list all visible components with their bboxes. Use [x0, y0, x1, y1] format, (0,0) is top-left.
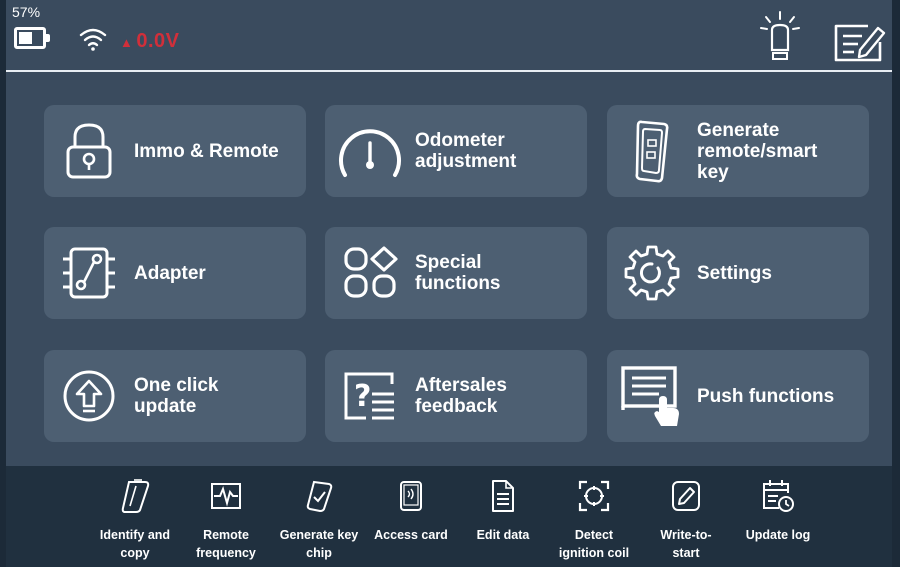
- adapter-icon: [63, 247, 115, 299]
- tool-label: Generate key chip: [279, 528, 359, 560]
- lightbulb-icon[interactable]: [758, 10, 802, 66]
- tile-label: One click update: [134, 375, 219, 417]
- tool-generate-key-chip[interactable]: Generate key chip: [277, 466, 361, 562]
- push-functions-icon: [621, 366, 679, 426]
- tile-label: Settings: [697, 262, 772, 284]
- calendar-clock-icon: [763, 480, 794, 512]
- status-bar: 57% ▲ 0.0V: [6, 0, 892, 72]
- tool-update-log[interactable]: Update log: [736, 466, 820, 544]
- tile-special-functions[interactable]: Special functions: [325, 227, 587, 319]
- tool-label: Identify and copy: [99, 528, 171, 560]
- warning-icon: ▲: [120, 35, 134, 50]
- tile-label: Special functions: [415, 252, 501, 294]
- tile-push-functions[interactable]: Push functions: [607, 350, 869, 442]
- upload-arrow-icon: [63, 370, 115, 422]
- battery-percent: 57%: [12, 4, 41, 20]
- tool-access-card[interactable]: Access card: [369, 466, 453, 544]
- voltage-value: 0.0V: [136, 30, 180, 52]
- tool-label: Remote frequency: [196, 528, 256, 560]
- tool-identify-and-copy[interactable]: Identify and copy: [93, 466, 177, 562]
- tile-one-click-update[interactable]: One click update: [44, 350, 306, 442]
- target-icon: [578, 480, 610, 512]
- svg-text:?: ?: [354, 379, 371, 414]
- tool-remote-frequency[interactable]: Remote frequency: [184, 466, 268, 562]
- tile-generate-remote-smart-key[interactable]: Generate remote/smart key: [607, 105, 869, 197]
- document-icon: [492, 480, 514, 512]
- tile-settings[interactable]: Settings: [607, 227, 869, 319]
- voltage-readout: ▲ 0.0V: [120, 30, 180, 53]
- tile-label: Aftersales feedback: [415, 375, 507, 417]
- bottom-toolbar: Identify and copy Remote frequency Gener…: [6, 466, 892, 567]
- feedback-icon: ?: [344, 372, 394, 420]
- smart-key-icon: [635, 120, 669, 183]
- tile-label: Adapter: [134, 262, 206, 284]
- edit-notepad-icon[interactable]: [832, 20, 888, 64]
- tile-odometer-adjustment[interactable]: Odometer adjustment: [325, 105, 587, 197]
- keychip-check-icon: [306, 480, 333, 513]
- tool-edit-data[interactable]: Edit data: [461, 466, 545, 544]
- gear-icon: [624, 245, 680, 301]
- tool-write-to-start[interactable]: Write-to- start: [644, 466, 728, 562]
- tool-label: Write-to- start: [660, 528, 712, 560]
- waveform-icon: [211, 483, 241, 509]
- tile-aftersales-feedback[interactable]: ? Aftersales feedback: [325, 350, 587, 442]
- tile-label: Generate remote/smart key: [697, 119, 818, 183]
- tool-label: Detect ignition coil: [558, 528, 630, 560]
- keychip-copy-icon: [121, 479, 150, 513]
- shapes-icon: [344, 246, 398, 298]
- battery-icon: [14, 27, 50, 49]
- tile-label: Push functions: [697, 385, 835, 407]
- tool-label: Update log: [745, 528, 811, 542]
- tile-adapter[interactable]: Adapter: [44, 227, 306, 319]
- tool-label: Edit data: [476, 528, 530, 542]
- tile-label: Odometer adjustment: [415, 130, 517, 172]
- wifi-icon: [79, 28, 107, 51]
- pencil-icon: [672, 481, 700, 511]
- window-frame-right: [892, 0, 900, 567]
- gauge-icon: [339, 129, 401, 177]
- tile-label: Immo & Remote: [134, 140, 279, 162]
- tool-label: Access card: [374, 528, 448, 542]
- tool-detect-ignition-coil[interactable]: Detect ignition coil: [552, 466, 636, 562]
- status-divider: [6, 70, 892, 72]
- lock-icon: [66, 123, 112, 179]
- access-card-icon: [400, 481, 422, 511]
- tile-immo-remote[interactable]: Immo & Remote: [44, 105, 306, 197]
